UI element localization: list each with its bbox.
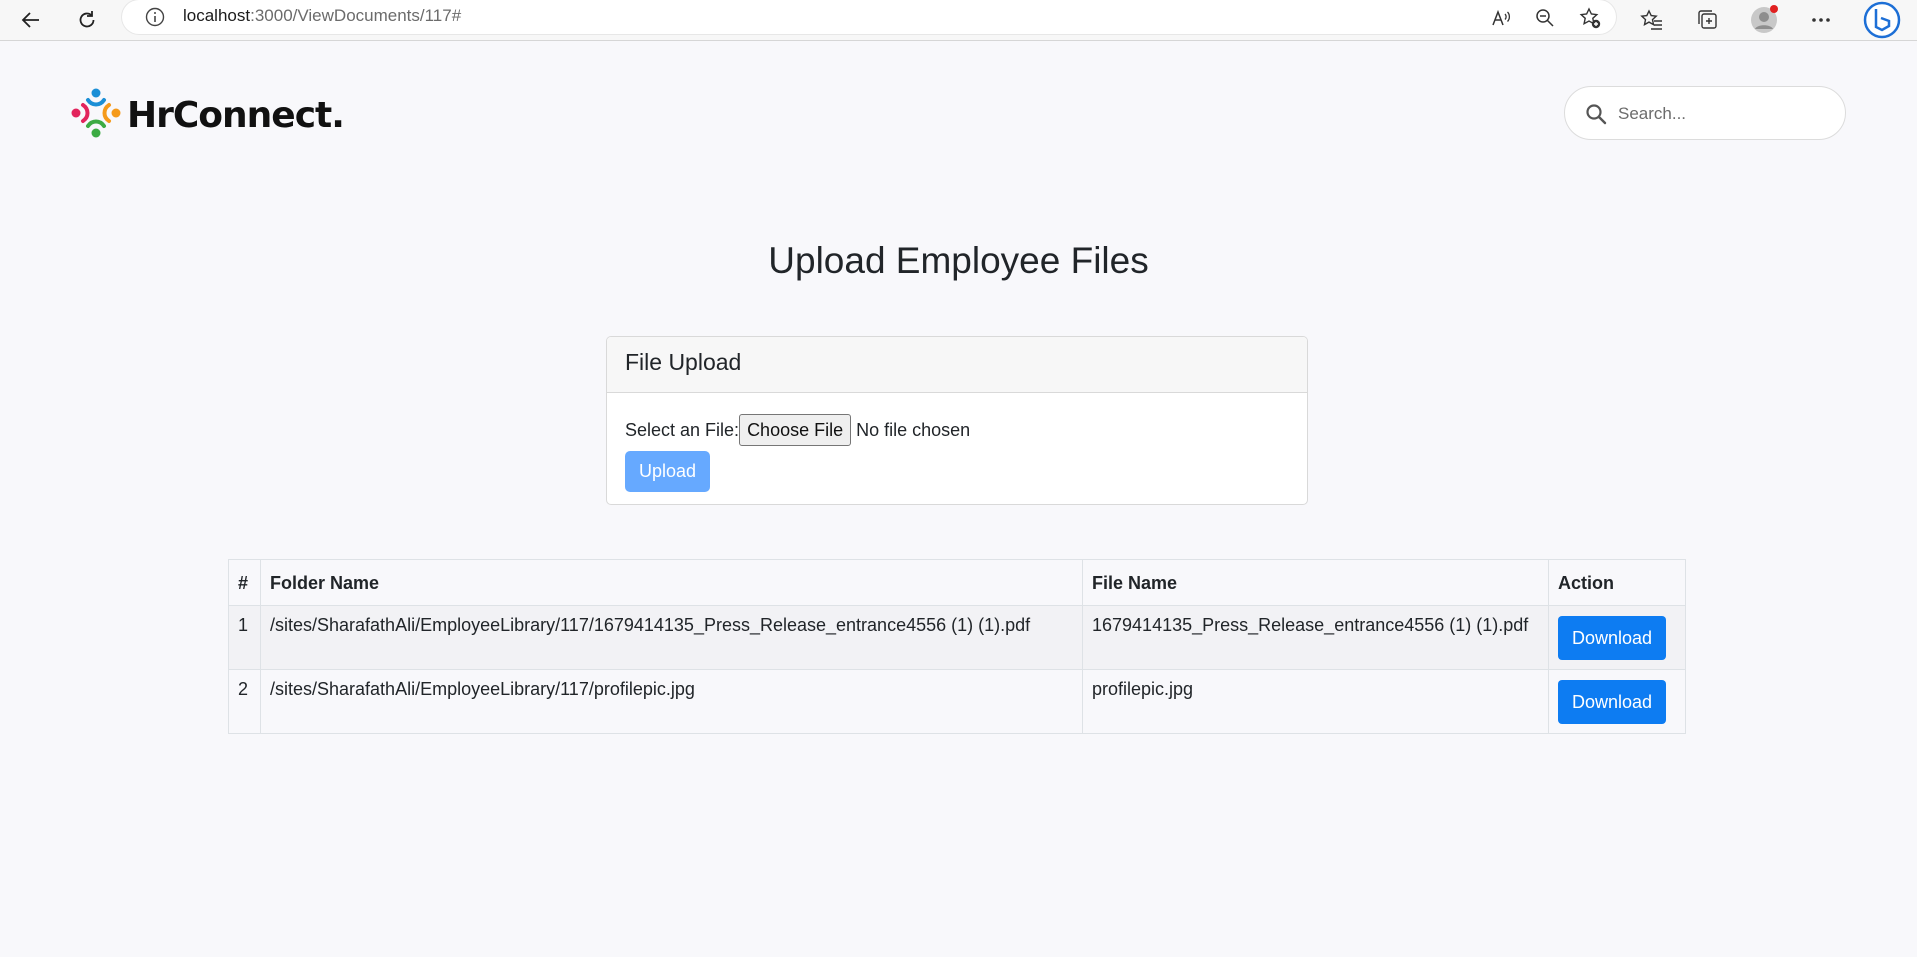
select-file-label: Select an File:	[625, 419, 740, 440]
row-action: Download	[1548, 669, 1686, 734]
row-folder-name: /sites/SharafathAli/EmployeeLibrary/117/…	[260, 605, 1083, 670]
logo-icon	[69, 86, 123, 145]
table-header-row: # Folder Name File Name Action	[228, 559, 1686, 606]
back-icon[interactable]	[14, 3, 48, 37]
url-text[interactable]: localhost:3000/ViewDocuments/117#	[183, 6, 461, 26]
row-file-name: profilepic.jpg	[1082, 669, 1549, 734]
search-box[interactable]	[1564, 86, 1846, 140]
refresh-icon[interactable]	[70, 3, 104, 37]
header-folder-name: Folder Name	[260, 559, 1083, 606]
url-path: :3000/ViewDocuments/117#	[250, 6, 462, 25]
bing-icon[interactable]	[1862, 0, 1902, 40]
address-bar[interactable]: localhost:3000/ViewDocuments/117#	[122, 0, 1616, 34]
upload-button[interactable]: Upload	[625, 451, 711, 492]
url-host: localhost	[183, 6, 251, 25]
table-row: 1 /sites/SharafathAli/EmployeeLibrary/11…	[228, 605, 1686, 670]
table-row: 2 /sites/SharafathAli/EmployeeLibrary/11…	[228, 669, 1686, 734]
row-num: 2	[228, 669, 261, 734]
info-icon[interactable]	[144, 6, 166, 33]
profile-icon[interactable]	[1747, 3, 1781, 37]
search-icon	[1585, 103, 1607, 130]
add-favorite-icon[interactable]	[1577, 5, 1603, 31]
choose-file-button[interactable]: Choose File	[739, 414, 852, 446]
zoom-out-icon[interactable]	[1532, 5, 1558, 31]
header-file-name: File Name	[1082, 559, 1549, 606]
logo-text: HrConnect.	[127, 95, 345, 136]
favorites-icon[interactable]	[1635, 3, 1669, 37]
more-icon[interactable]	[1804, 3, 1838, 37]
header-num: #	[228, 559, 261, 606]
file-upload-card: File Upload Select an File: Choose File …	[606, 336, 1308, 505]
logo[interactable]: HrConnect.	[69, 86, 345, 145]
search-input[interactable]	[1618, 99, 1828, 129]
row-folder-name: /sites/SharafathAli/EmployeeLibrary/117/…	[260, 669, 1083, 734]
card-title: File Upload	[607, 337, 1307, 393]
files-table: # Folder Name File Name Action 1 /sites/…	[228, 559, 1686, 734]
file-input-row: Select an File: Choose File No file chos…	[625, 414, 1289, 446]
no-file-text: No file chosen	[856, 419, 971, 440]
read-aloud-icon[interactable]	[1488, 5, 1514, 31]
card-body: Select an File: Choose File No file chos…	[607, 393, 1307, 504]
download-button[interactable]: Download	[1558, 616, 1667, 660]
row-action: Download	[1548, 605, 1686, 670]
download-button[interactable]: Download	[1558, 680, 1667, 724]
row-file-name: 1679414135_Press_Release_entrance4556 (1…	[1082, 605, 1549, 670]
header-action: Action	[1548, 559, 1686, 606]
collections-icon[interactable]	[1691, 3, 1725, 37]
page-title: Upload Employee Files	[768, 240, 1149, 281]
row-num: 1	[228, 605, 261, 670]
browser-toolbar: localhost:3000/ViewDocuments/117#	[0, 0, 1917, 41]
